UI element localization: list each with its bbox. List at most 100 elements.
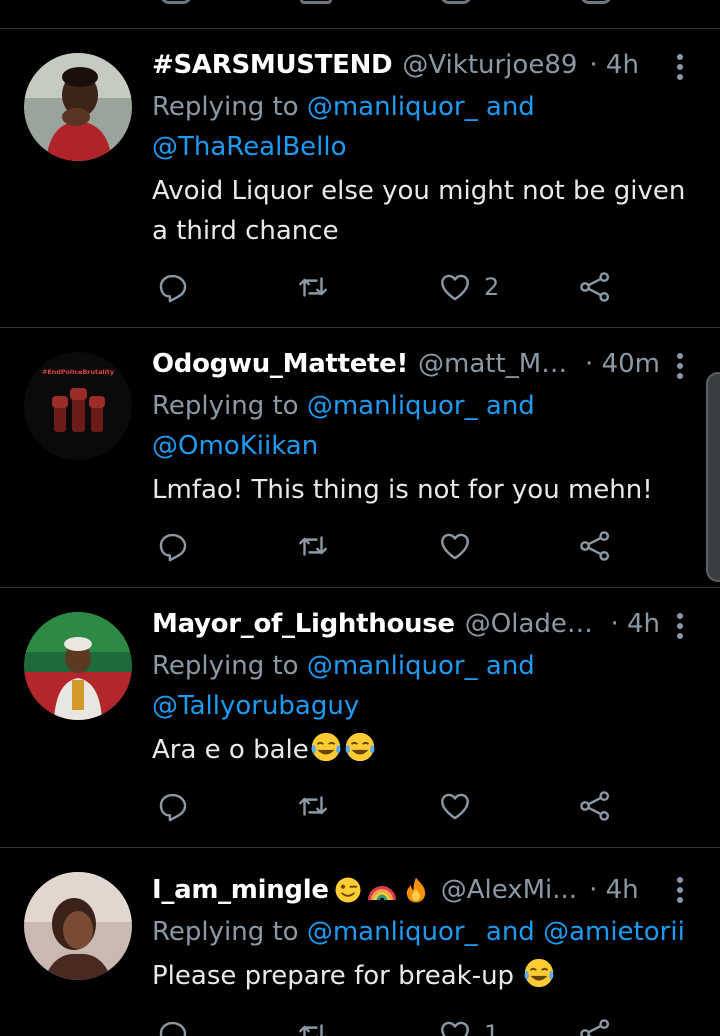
tweet-header: #SARSMUSTEND @Vikturjoe89 · 4h bbox=[152, 45, 660, 85]
reply-icon bbox=[159, 793, 187, 822]
tweet-text: Please prepare for break-up bbox=[152, 961, 523, 991]
retweet-icon bbox=[299, 536, 327, 556]
timestamp[interactable]: · 40m bbox=[585, 349, 660, 379]
replying-and: and bbox=[477, 917, 544, 947]
previous-tweet-actions bbox=[0, 0, 720, 28]
mention-link[interactable]: @Tallyorubaguy bbox=[152, 691, 359, 721]
heart-icon bbox=[441, 1021, 469, 1036]
tweet[interactable]: #SARSMUSTEND @Vikturjoe89 · 4h Replying … bbox=[0, 29, 720, 327]
share-button[interactable] bbox=[578, 267, 612, 307]
more-vertical-icon[interactable] bbox=[668, 872, 692, 908]
share-icon[interactable] bbox=[580, 0, 612, 4]
replying-to: Replying to @manliquor_ and @OmoKiikan bbox=[152, 386, 700, 466]
share-button[interactable] bbox=[578, 786, 612, 826]
user-handle[interactable]: @Oladel... bbox=[465, 609, 599, 639]
mention-link[interactable]: @manliquor_ bbox=[307, 651, 478, 681]
replying-label: Replying to bbox=[152, 651, 307, 681]
reply-icon bbox=[159, 1021, 187, 1036]
reply-icon bbox=[159, 274, 187, 303]
replying-label: Replying to bbox=[152, 917, 307, 947]
more-vertical-icon[interactable] bbox=[668, 49, 692, 85]
retweet-button[interactable] bbox=[296, 786, 330, 826]
share-button[interactable] bbox=[578, 1014, 612, 1036]
winking-face-emoji-icon bbox=[333, 875, 363, 905]
replying-label: Replying to bbox=[152, 92, 307, 122]
tears-of-joy-emoji-icon bbox=[343, 730, 377, 764]
avatar-caption: #EndPoliceBrutality bbox=[42, 368, 115, 376]
avatar[interactable] bbox=[24, 53, 132, 161]
tweet-header: Mayor_of_Lighthouse @Oladel... · 4h bbox=[152, 604, 660, 644]
reply-icon bbox=[159, 533, 187, 562]
replying-to: Replying to @manliquor_ and @amietorii bbox=[152, 912, 700, 952]
avatar[interactable] bbox=[24, 872, 132, 980]
replying-and: and bbox=[477, 651, 535, 681]
replying-and: and bbox=[477, 391, 535, 421]
reply-button[interactable] bbox=[156, 786, 190, 826]
more-vertical-icon[interactable] bbox=[668, 608, 692, 644]
tweet-actions: 1 bbox=[0, 1014, 720, 1036]
share-icon bbox=[580, 531, 610, 561]
timestamp[interactable]: · 4h bbox=[610, 609, 660, 639]
reply-button[interactable] bbox=[156, 267, 190, 307]
heart-icon[interactable] bbox=[440, 0, 472, 4]
replying-and: and bbox=[477, 92, 535, 122]
retweet-icon bbox=[299, 796, 327, 816]
replying-to: Replying to @manliquor_ and @ThaRealBello bbox=[152, 87, 700, 167]
mention-link[interactable]: @manliquor_ bbox=[307, 917, 478, 947]
heart-icon bbox=[441, 533, 469, 560]
tweet-header: I_am_mingle @AlexMi... · 4h bbox=[152, 870, 660, 910]
reply-icon[interactable] bbox=[160, 0, 192, 4]
tweet-text: Lmfao! This thing is not for you mehn! bbox=[152, 475, 653, 505]
like-count: 1 bbox=[484, 1020, 500, 1036]
timestamp[interactable]: · 4h bbox=[589, 875, 639, 905]
avatar[interactable] bbox=[24, 612, 132, 720]
tweet-actions: 2 bbox=[0, 267, 720, 307]
mention-link[interactable]: @manliquor_ bbox=[307, 92, 478, 122]
heart-icon bbox=[441, 274, 469, 301]
like-button[interactable]: 1 bbox=[438, 1014, 499, 1036]
retweet-icon[interactable] bbox=[300, 0, 332, 4]
share-button[interactable] bbox=[578, 526, 612, 566]
tweet[interactable]: #EndPoliceBrutality Odogwu_Mattete! @mat… bbox=[0, 328, 720, 587]
tweet-body: Please prepare for break-up bbox=[152, 956, 696, 996]
display-name[interactable]: I_am_mingle bbox=[152, 875, 329, 905]
display-name[interactable]: Mayor_of_Lighthouse bbox=[152, 609, 455, 639]
rainbow-emoji-icon bbox=[367, 875, 397, 905]
tweet[interactable]: Mayor_of_Lighthouse @Oladel... · 4h Repl… bbox=[0, 588, 720, 847]
reply-button[interactable] bbox=[156, 526, 190, 566]
retweet-icon bbox=[299, 1024, 327, 1036]
avatar[interactable]: #EndPoliceBrutality bbox=[24, 352, 132, 460]
tweet[interactable]: I_am_mingle @AlexMi... · 4h Replying to … bbox=[0, 848, 720, 1036]
reply-button[interactable] bbox=[156, 1014, 190, 1036]
like-button[interactable] bbox=[438, 786, 472, 826]
tweet-actions bbox=[0, 526, 720, 566]
more-vertical-icon[interactable] bbox=[668, 348, 692, 384]
user-handle[interactable]: @Vikturjoe89 bbox=[402, 50, 577, 80]
user-handle[interactable]: @AlexMi... bbox=[441, 875, 577, 905]
scrollbar[interactable] bbox=[706, 372, 720, 582]
heart-icon bbox=[441, 793, 469, 820]
retweet-button[interactable] bbox=[296, 267, 330, 307]
retweet-icon bbox=[299, 277, 327, 297]
mention-link[interactable]: @manliquor_ bbox=[307, 391, 478, 421]
like-button[interactable] bbox=[438, 526, 472, 566]
fire-emoji-icon bbox=[401, 875, 431, 905]
timestamp[interactable]: · 4h bbox=[589, 50, 639, 80]
tweet-feed: #SARSMUSTEND @Vikturjoe89 · 4h Replying … bbox=[0, 0, 720, 1036]
tears-of-joy-emoji-icon bbox=[522, 956, 556, 990]
replying-label: Replying to bbox=[152, 391, 307, 421]
tears-of-joy-emoji-icon bbox=[309, 730, 343, 764]
mention-link[interactable]: @OmoKiikan bbox=[152, 431, 318, 461]
tweet-text: Ara e o bale bbox=[152, 735, 309, 765]
like-count: 2 bbox=[484, 273, 500, 301]
retweet-button[interactable] bbox=[296, 526, 330, 566]
tweet-header: Odogwu_Mattete! @matt_Me... · 40m bbox=[152, 344, 660, 384]
user-handle[interactable]: @matt_Me... bbox=[418, 349, 573, 379]
like-button[interactable]: 2 bbox=[438, 267, 499, 307]
display-name[interactable]: Odogwu_Mattete! bbox=[152, 349, 408, 379]
mention-link[interactable]: @amietorii bbox=[543, 917, 685, 947]
display-name[interactable]: #SARSMUSTEND bbox=[152, 50, 393, 80]
mention-link[interactable]: @ThaRealBello bbox=[152, 132, 347, 162]
retweet-button[interactable] bbox=[296, 1014, 330, 1036]
share-icon bbox=[580, 1019, 610, 1036]
